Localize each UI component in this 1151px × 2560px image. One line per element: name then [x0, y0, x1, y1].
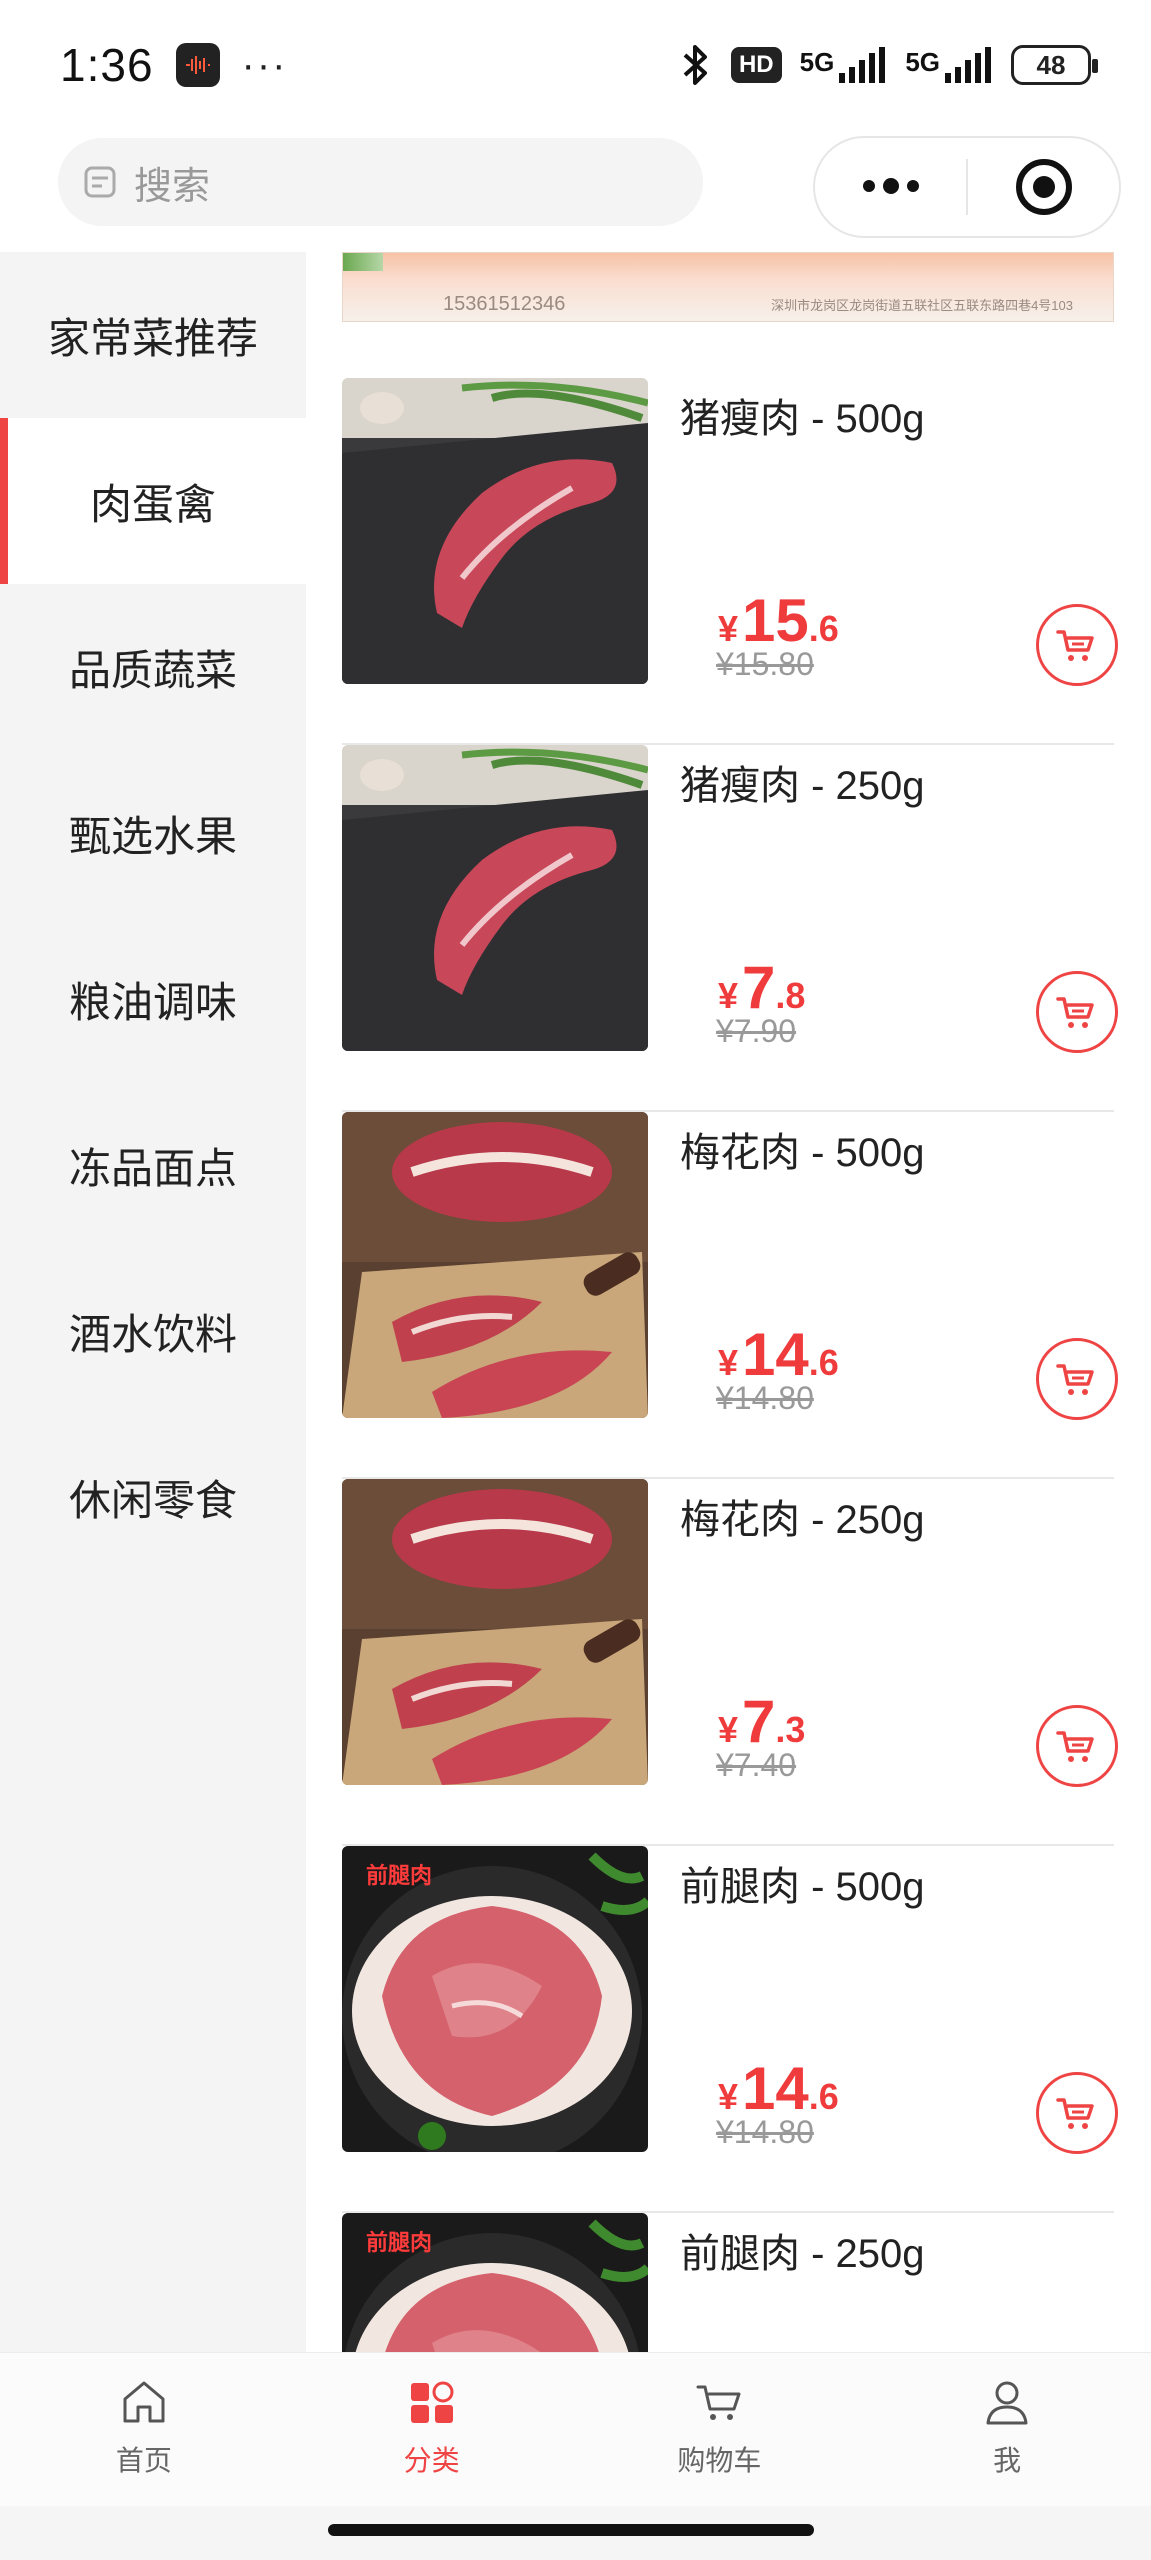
product-original-price: ¥15.80 — [716, 646, 814, 682]
image-label: 前腿肉 — [366, 1863, 433, 1888]
add-to-cart-button[interactable] — [1036, 2072, 1118, 2154]
sidebar-item-fruits[interactable]: 甄选水果 — [0, 750, 306, 916]
signal-2-icon: 5G — [905, 47, 993, 83]
cart-icon — [696, 2385, 741, 2420]
cart-icon — [1056, 997, 1094, 1028]
sidebar-item-snacks[interactable]: 休闲零食 — [0, 1414, 306, 1580]
product-price: ¥ 14 .6 — [718, 2055, 839, 2122]
product-price: ¥ 7 .8 — [718, 954, 806, 1021]
hd-icon: HD — [730, 47, 782, 83]
tab-category[interactable]: 分类 — [288, 2353, 576, 2506]
status-bar: 1:36 ··· HD 5G 5G 48 — [0, 0, 1151, 130]
status-time: 1:36 — [60, 39, 154, 91]
product-list: 15361512346 深圳市龙岗区龙岗街道五联社区五联东路四巷4号103 猪瘦… — [306, 252, 1151, 2352]
product-image[interactable]: 前腿肉 — [342, 1846, 648, 2152]
product-item[interactable]: 猪瘦肉 - 500g ¥ 15 .6 ¥15.80 — [342, 378, 1118, 745]
image-label: 前腿肉 — [366, 2230, 433, 2255]
tab-me[interactable]: 我 — [863, 2353, 1151, 2506]
search-input[interactable]: 搜索 — [58, 138, 703, 226]
product-original-price: ¥14.80 — [716, 2114, 814, 2150]
add-to-cart-button[interactable] — [1036, 604, 1118, 686]
cart-icon — [1056, 2098, 1094, 2129]
product-item[interactable]: 前腿肉 前腿肉 - 500g ¥ 14 .6 ¥14.80 — [342, 1846, 1118, 2213]
search-icon — [84, 166, 116, 198]
more-button[interactable] — [815, 138, 966, 236]
product-price: ¥ 7 .3 — [718, 1688, 806, 1755]
product-image[interactable] — [342, 1112, 648, 1418]
sidebar-item-grain-oil[interactable]: 粮油调味 — [0, 916, 306, 1082]
tab-cart[interactable]: 购物车 — [576, 2353, 864, 2506]
target-close-icon — [1015, 159, 1072, 215]
sidebar-item-drinks[interactable]: 酒水饮料 — [0, 1248, 306, 1414]
product-original-price: ¥14.80 — [716, 1380, 814, 1416]
product-name: 梅花肉 - 500g — [680, 1131, 925, 1175]
add-to-cart-button[interactable] — [1036, 1705, 1118, 1787]
category-icon — [410, 2381, 454, 2423]
add-to-cart-button[interactable] — [1036, 971, 1118, 1053]
cart-icon — [1056, 1364, 1094, 1395]
search-placeholder: 搜索 — [134, 165, 211, 208]
more-dots-icon — [862, 178, 919, 194]
signal-1-icon: 5G — [800, 47, 888, 83]
product-original-price: ¥7.40 — [716, 1747, 797, 1783]
miniprogram-capsule — [813, 136, 1121, 238]
status-indicators: HD 5G 5G 48 — [679, 43, 1098, 87]
tab-home[interactable]: 首页 — [0, 2353, 288, 2506]
product-original-price: ¥7.90 — [716, 1013, 797, 1049]
cart-icon — [1056, 630, 1094, 661]
category-sidebar: 家常菜推荐 肉蛋禽 品质蔬菜 甄选水果 粮油调味 冻品面点 酒水饮料 休闲零食 — [0, 252, 306, 2352]
app-screen: 1:36 ··· HD 5G 5G 48 搜索 家常菜推荐 肉蛋禽 品质蔬菜 甄… — [0, 0, 1151, 2560]
product-image[interactable]: 前腿肉 — [342, 2213, 648, 2352]
product-image[interactable] — [342, 378, 648, 684]
product-price: ¥ 15 .6 — [718, 587, 839, 654]
bottom-tab-bar: 首页 分类 购物车 我 — [0, 2352, 1151, 2506]
product-image[interactable] — [342, 745, 648, 1051]
product-name: 猪瘦肉 - 500g — [680, 397, 925, 441]
product-name: 梅花肉 - 250g — [680, 1498, 925, 1542]
product-item[interactable]: 前腿肉 前腿肉 - 250g — [342, 2213, 1114, 2352]
sidebar-item-meat-eggs[interactable]: 肉蛋禽 — [0, 418, 306, 584]
product-name: 前腿肉 - 250g — [680, 2232, 925, 2276]
home-indicator[interactable] — [328, 2524, 814, 2536]
sidebar-item-vegetables[interactable]: 品质蔬菜 — [0, 584, 306, 750]
product-name: 猪瘦肉 - 250g — [680, 764, 925, 808]
bluetooth-icon — [683, 45, 707, 85]
product-name: 前腿肉 - 500g — [680, 1865, 925, 1909]
product-item[interactable]: 梅花肉 - 500g ¥ 14 .6 ¥14.80 — [342, 1112, 1118, 1479]
recorder-icon — [175, 43, 220, 87]
status-more-icon: ··· — [241, 42, 288, 87]
product-price: ¥ 14 .6 — [718, 1321, 839, 1388]
close-button[interactable] — [968, 138, 1119, 236]
banner-address: 深圳市龙岗区龙岗街道五联社区五联东路四巷4号103 — [771, 298, 1073, 313]
home-icon — [123, 2381, 165, 2423]
sidebar-item-frozen[interactable]: 冻品面点 — [0, 1082, 306, 1248]
cart-icon — [1056, 1731, 1094, 1762]
user-icon — [986, 2381, 1028, 2425]
banner-phone: 15361512346 — [443, 293, 566, 315]
add-to-cart-button[interactable] — [1036, 1338, 1118, 1420]
battery-icon: 48 — [1011, 45, 1098, 85]
product-item[interactable]: 梅花肉 - 250g ¥ 7 .3 ¥7.40 — [342, 1479, 1118, 1846]
sidebar-item-home-dishes[interactable]: 家常菜推荐 — [0, 252, 306, 418]
product-item[interactable]: 猪瘦肉 - 250g ¥ 7 .8 ¥7.90 — [342, 745, 1118, 1112]
product-image[interactable] — [342, 1479, 648, 1785]
store-banner[interactable]: 15361512346 深圳市龙岗区龙岗街道五联社区五联东路四巷4号103 — [342, 252, 1114, 322]
